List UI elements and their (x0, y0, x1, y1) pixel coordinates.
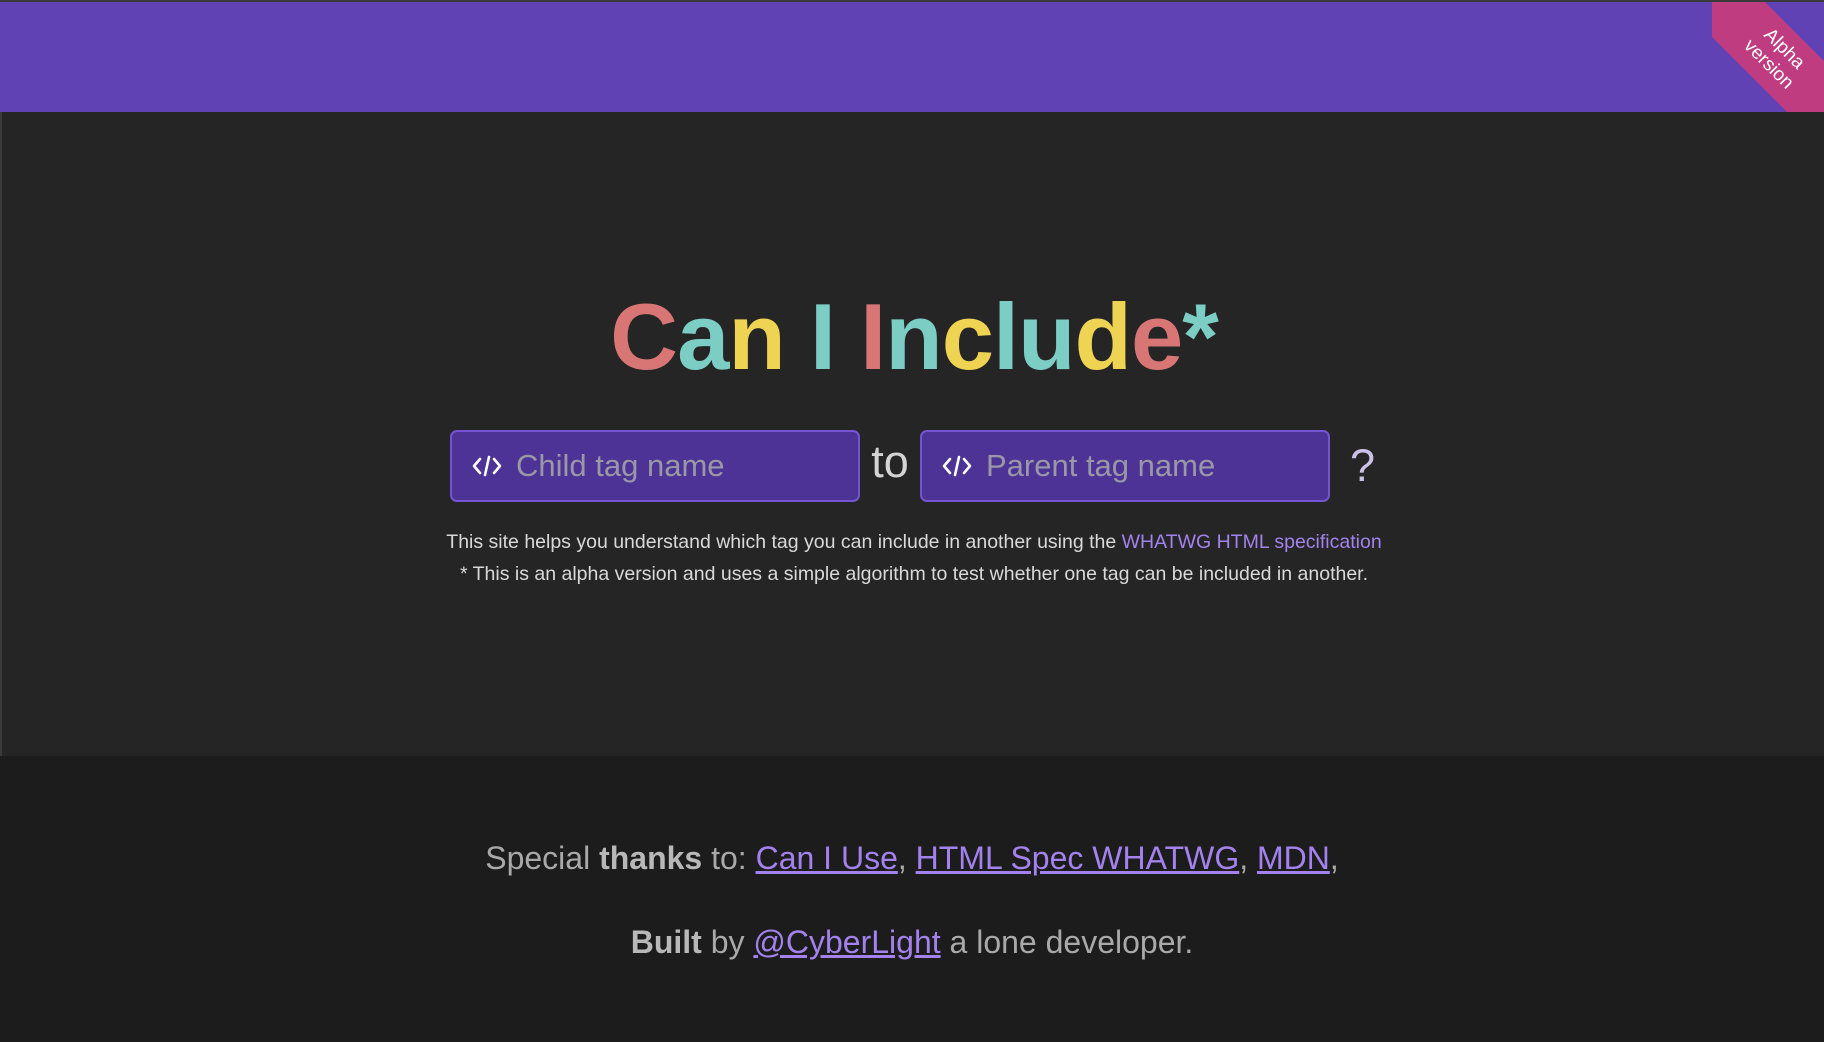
built-by-text: by (701, 924, 754, 960)
separator: , (1239, 840, 1257, 876)
thanks-bold: thanks (599, 840, 703, 876)
code-icon (942, 455, 972, 477)
title-letter: I (860, 284, 886, 389)
alpha-disclaimer: * This is an alpha version and uses a si… (459, 563, 1369, 585)
author-link[interactable]: @CyberLight (753, 924, 940, 960)
thanks-line: Special thanks to: Can I Use, HTML Spec … (0, 836, 1824, 880)
whatwg-spec-link[interactable]: WHATWG HTML specification (1122, 531, 1382, 553)
title-letter (785, 284, 810, 389)
title-letter (835, 284, 860, 389)
title-letter: n (885, 284, 942, 389)
child-tag-field[interactable] (450, 430, 860, 502)
mdn-link[interactable]: MDN (1257, 840, 1330, 876)
thanks-suffix: to: (702, 840, 756, 876)
trailing-comma: , (1329, 840, 1339, 876)
separator: , (897, 840, 916, 876)
built-bold: Built (630, 924, 702, 960)
title-letter: e (1130, 284, 1183, 389)
include-query-form: to ? (450, 430, 1390, 502)
title-letter: d (1074, 284, 1132, 389)
page-title: Can I Include* (2, 282, 1824, 392)
footer: Special thanks to: Can I Use, HTML Spec … (0, 756, 1824, 1042)
title-letter: I (809, 284, 836, 389)
can-i-use-link[interactable]: Can I Use (756, 840, 898, 876)
title-letter: c (941, 284, 994, 389)
question-mark: ? (1350, 440, 1376, 491)
title-letter: a (677, 284, 729, 389)
site-description: This site helps you understand which tag… (2, 526, 1824, 590)
hero-section: Can I Include* to ? This site helps you … (0, 112, 1824, 756)
code-icon (472, 455, 502, 477)
parent-tag-input[interactable] (986, 436, 1316, 496)
alpha-version-ribbon: Alpha version (1712, 2, 1824, 114)
title-letter: u (1018, 284, 1075, 389)
description-text: This site helps you understand which tag… (446, 531, 1122, 553)
built-by-line: Built by @CyberLight a lone developer. (0, 920, 1824, 964)
child-tag-input[interactable] (516, 436, 846, 496)
parent-tag-field[interactable] (920, 430, 1330, 502)
alpha-ribbon-wrap: Alpha version (1712, 2, 1824, 114)
built-suffix: a lone developer. (940, 924, 1194, 960)
title-letter: n (728, 284, 785, 389)
title-letter: C (610, 284, 678, 389)
title-letter: l (992, 284, 1019, 389)
description-line-1: This site helps you understand which tag… (2, 526, 1824, 558)
thanks-prefix: Special (485, 840, 600, 876)
to-label: to (871, 436, 909, 487)
title-letter: * (1182, 284, 1219, 389)
html-spec-whatwg-link[interactable]: HTML Spec WHATWG (916, 840, 1240, 876)
top-banner: Alpha version (0, 0, 1824, 114)
